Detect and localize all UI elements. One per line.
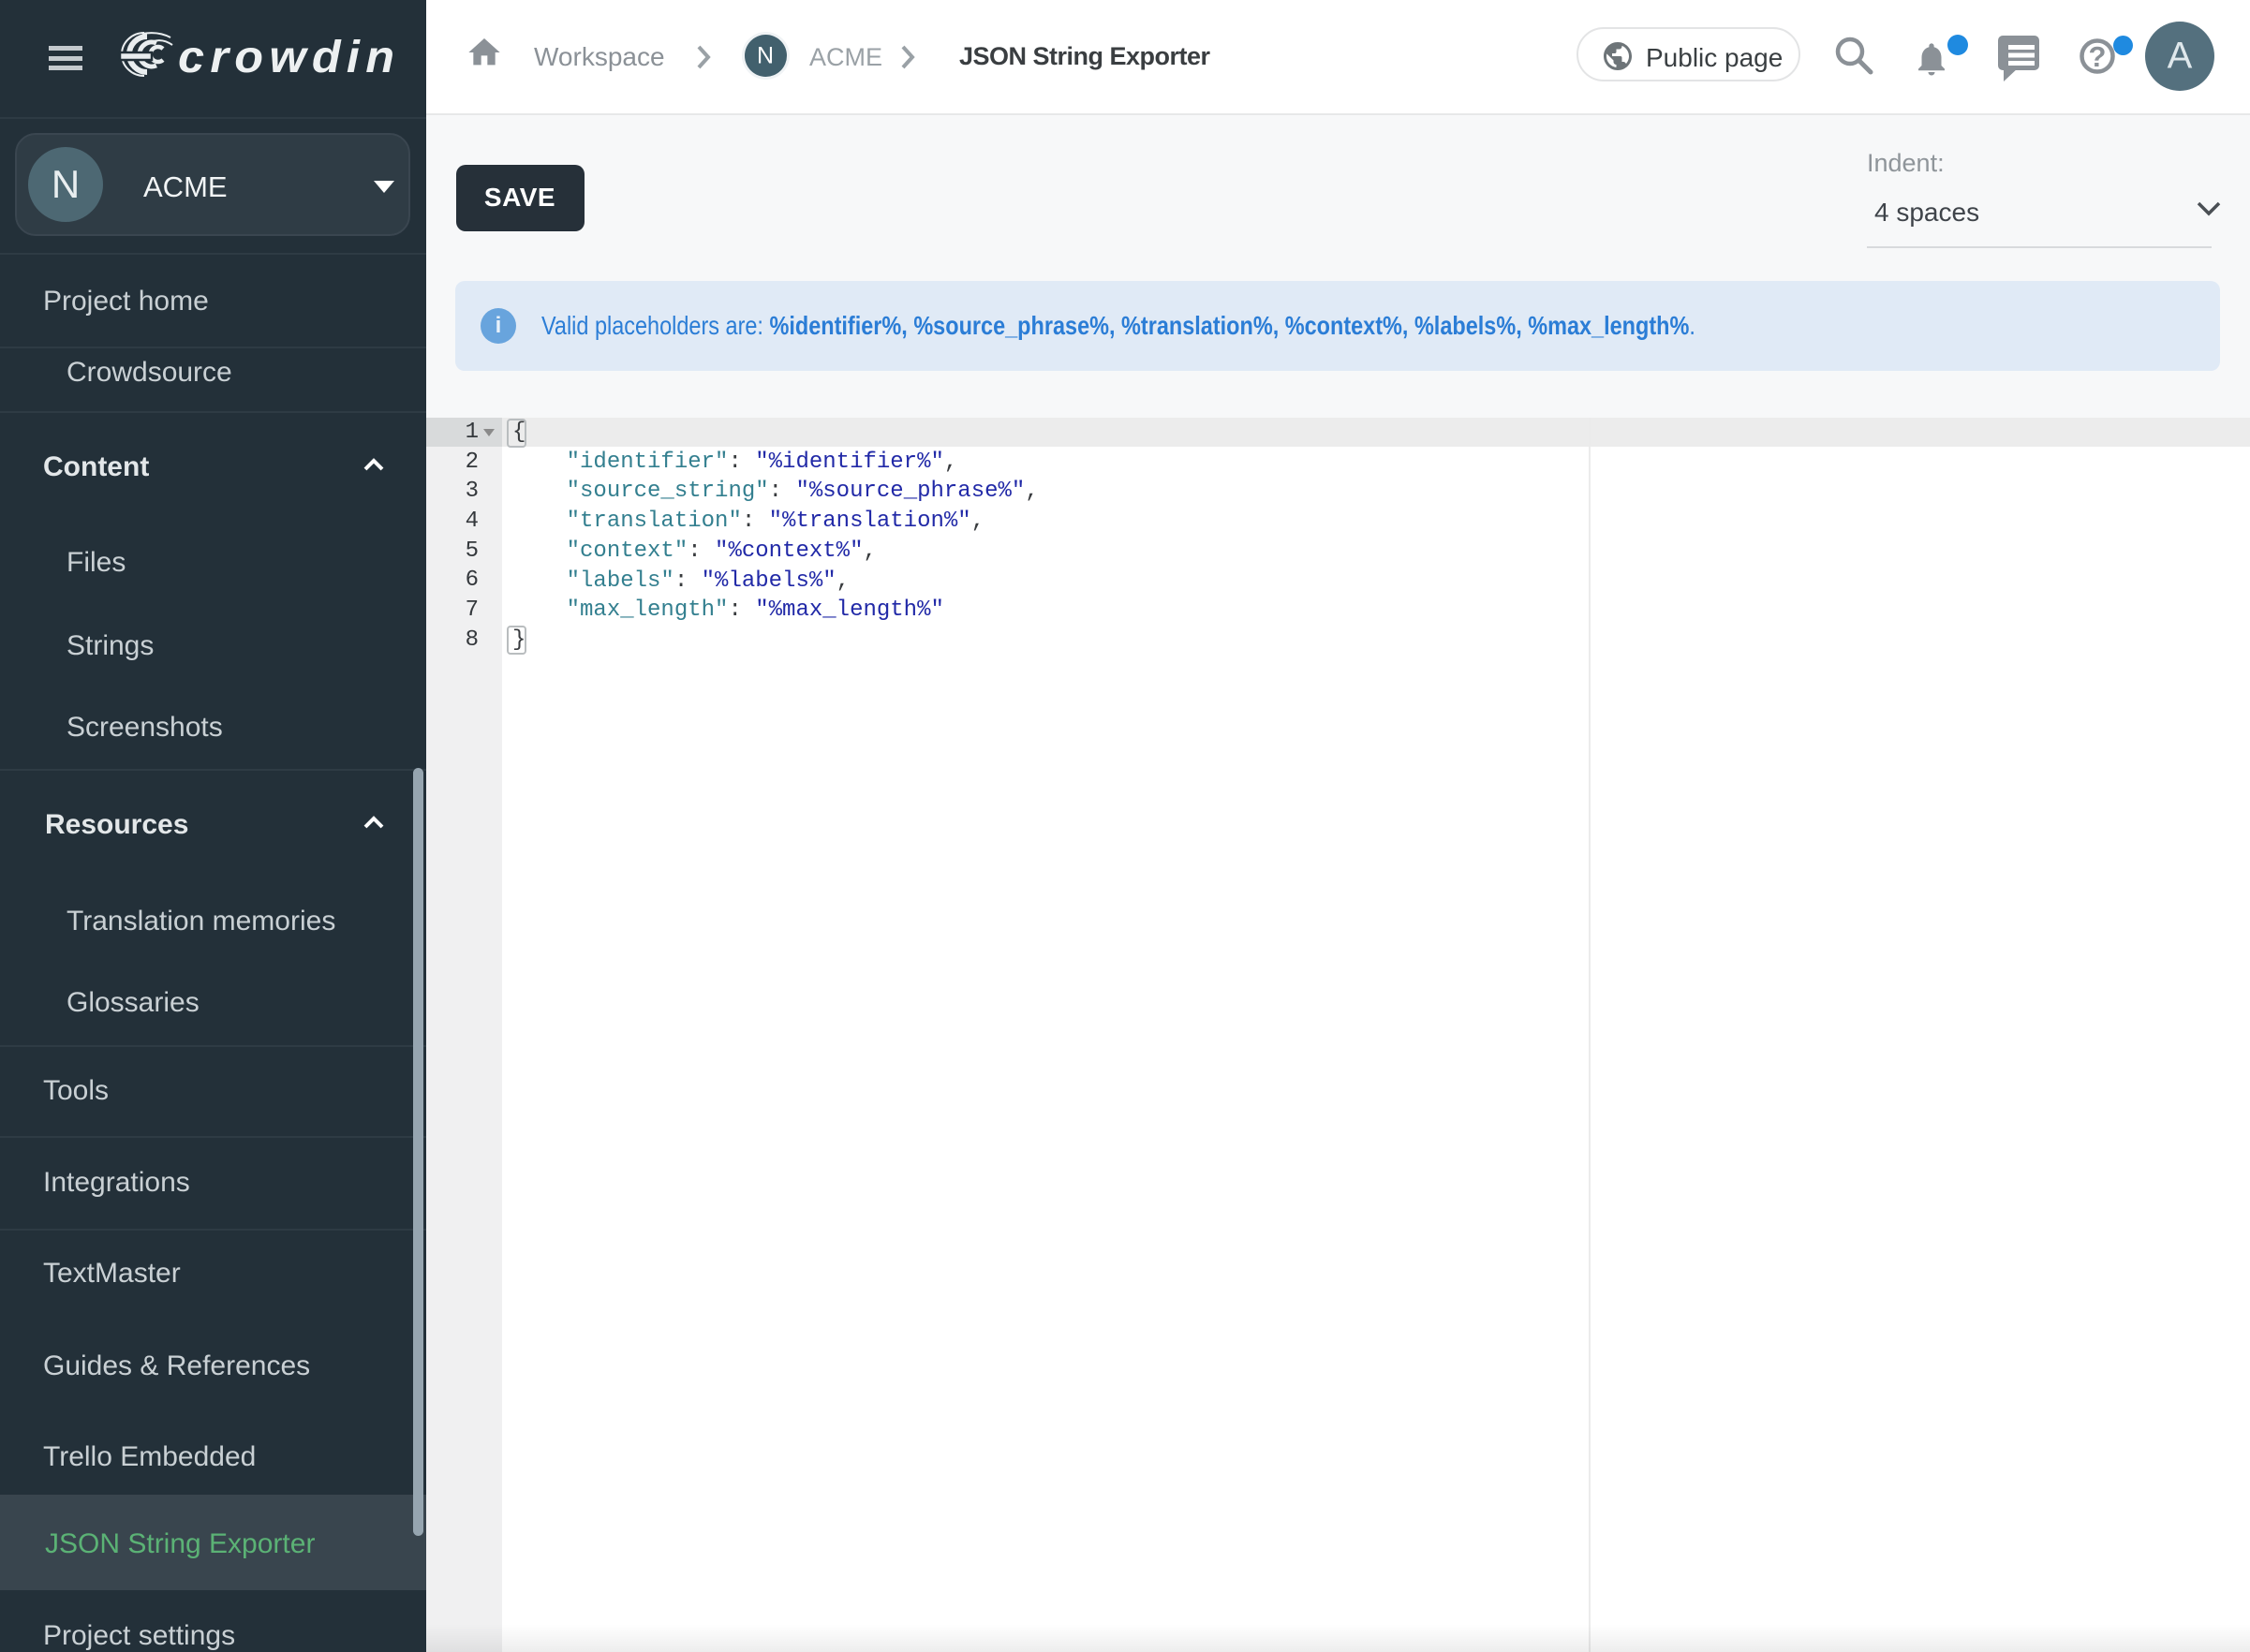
svg-text:?: ? <box>2089 40 2107 73</box>
